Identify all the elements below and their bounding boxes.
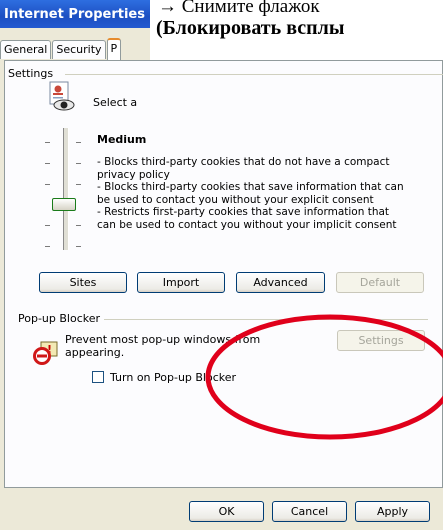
description-line: be used to contact you without your expl… (97, 193, 374, 206)
settings-group-label: Settings (8, 67, 58, 80)
sites-button[interactable]: Sites (39, 272, 127, 293)
slider-tick (45, 142, 50, 143)
ok-button[interactable]: OK (189, 501, 264, 522)
privacy-level-slider-track[interactable] (63, 128, 69, 250)
slider-tick (76, 246, 81, 247)
description-line: - Blocks third-party cookies that save i… (97, 181, 404, 193)
popup-blocker-icon: ! (33, 341, 58, 365)
description-line: can be used to contact you without your … (97, 218, 397, 231)
slider-tick (76, 163, 81, 164)
caption-line-1: → Снимите флажок (158, 0, 320, 17)
instruction-caption: → Снимите флажок (Блокировать всплы (150, 0, 443, 66)
select-level-text: Select a (93, 96, 138, 109)
tab-general[interactable]: General (0, 40, 52, 59)
privacy-level-slider-thumb[interactable] (52, 198, 76, 211)
window-title-bar[interactable]: Internet Properties (0, 0, 150, 28)
settings-group-line (65, 74, 443, 75)
popup-blocker-group-label: Pop-up Blocker (18, 312, 105, 325)
slider-tick (45, 225, 50, 226)
turn-on-popup-blocker-label[interactable]: Turn on Pop-up Blocker (110, 371, 236, 384)
slider-tick (76, 142, 81, 143)
popup-group-line (90, 319, 428, 320)
import-button[interactable]: Import (137, 272, 225, 293)
advanced-button[interactable]: Advanced (236, 272, 325, 293)
tab-security[interactable]: Security (52, 40, 106, 59)
privacy-level-description: - Blocks third-party cookies that do not… (97, 156, 417, 231)
slider-tick (45, 184, 50, 185)
slider-tick (76, 225, 81, 226)
turn-on-popup-blocker-checkbox[interactable] (92, 371, 104, 383)
apply-button[interactable]: Apply (355, 501, 430, 522)
cancel-button[interactable]: Cancel (272, 501, 347, 522)
description-line: - Blocks third-party cookies that do not… (97, 156, 390, 168)
popup-settings-button[interactable]: Settings (337, 330, 425, 351)
description-line: - Restricts first-party cookies that sav… (97, 206, 390, 218)
popup-blocker-description: Prevent most pop-up windows from appeari… (65, 333, 261, 359)
slider-tick (45, 246, 50, 247)
description-line: privacy policy (97, 168, 170, 181)
slider-tick (45, 163, 50, 164)
window-title: Internet Properties (4, 6, 145, 22)
tab-privacy[interactable]: P (106, 38, 122, 60)
privacy-eye-icon (49, 81, 75, 111)
privacy-level-title: Medium (97, 133, 147, 146)
tab-strip: General Security P (0, 38, 122, 60)
default-button[interactable]: Default (336, 272, 424, 293)
caption-line-2: (Блокировать всплы (156, 17, 345, 39)
slider-tick (76, 184, 81, 185)
